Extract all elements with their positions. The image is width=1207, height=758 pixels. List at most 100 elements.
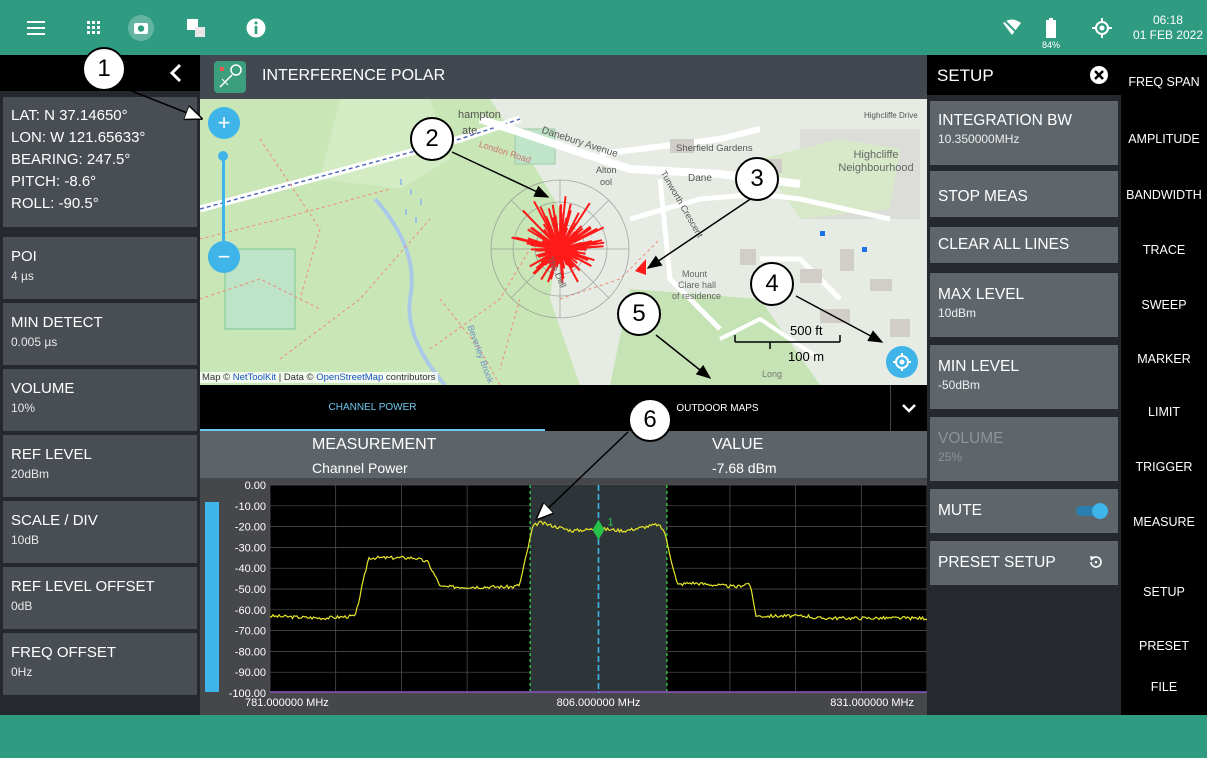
min-detect-button[interactable]: MIN DETECT 0.005 µs (3, 303, 197, 365)
nettoolkit-link[interactable]: NetToolKit (233, 372, 276, 383)
volume-button[interactable]: VOLUME 10% (3, 369, 197, 431)
ref-level-label: REF LEVEL (11, 446, 92, 463)
gps-bearing: BEARING: 247.5° (11, 151, 131, 168)
zoom-out-button[interactable]: − (208, 241, 240, 273)
zoom-slider-handle[interactable] (218, 151, 228, 161)
reset-icon (1088, 554, 1104, 575)
min-level-value: -50dBm (938, 378, 981, 392)
expand-chevron-icon[interactable] (890, 385, 927, 431)
battery-percent: 84% (1042, 40, 1061, 50)
menu-amplitude[interactable]: AMPLITUDE (1121, 132, 1207, 146)
y-tick-label: -90.00 (235, 667, 266, 679)
tab-outdoor-maps[interactable]: OUTDOOR MAPS (545, 385, 890, 431)
openstreetmap-link[interactable]: OpenStreetMap (316, 372, 383, 383)
menu-measure[interactable]: MEASURE (1121, 515, 1207, 529)
collapse-chevron-icon[interactable] (168, 63, 184, 88)
min-detect-value: 0.005 µs (11, 335, 58, 349)
measurement-header: MEASUREMENT (312, 436, 437, 453)
y-tick-label: -20.00 (235, 522, 266, 534)
menu-file[interactable]: FILE (1121, 680, 1207, 694)
app-logo-icon (214, 61, 246, 93)
spectrum-chart[interactable]: 0.00 -10.00 -20.00 -30.00 -40.00 -50.00 -60.00… (200, 478, 927, 715)
mute-toggle-row[interactable]: MUTE (930, 489, 1118, 533)
y-tick-label: -40.00 (235, 563, 266, 575)
date: 01 FEB 2022 (1132, 28, 1203, 42)
tab-channel-power[interactable]: CHANNEL POWER (200, 385, 545, 431)
freq-offset-button[interactable]: FREQ OFFSET 0Hz (3, 633, 197, 695)
menu-trigger[interactable]: TRIGGER (1121, 460, 1207, 474)
gps-locate-icon[interactable] (1090, 14, 1114, 42)
volume-disabled-label: VOLUME (938, 430, 1004, 447)
max-level-button[interactable]: MAX LEVEL 10dBm (930, 273, 1118, 337)
poi-button[interactable]: POI 4 µs (3, 237, 197, 299)
screen-split-icon[interactable] (184, 14, 208, 42)
ref-level-button[interactable]: REF LEVEL 20dBm (3, 435, 197, 497)
battery-icon (1044, 14, 1058, 42)
callout-2: 2 (410, 117, 454, 161)
menu-freq-span[interactable]: FREQ SPAN (1121, 75, 1207, 89)
view-tabs: CHANNEL POWER OUTDOOR MAPS (200, 385, 927, 431)
measurement-value: -7.68 dBm (712, 460, 777, 476)
map-label: hampton (458, 109, 501, 121)
volume-label: VOLUME (11, 380, 75, 397)
close-icon[interactable] (1089, 65, 1109, 90)
measurement-table: MEASUREMENT VALUE Channel Power -7.68 dB… (200, 431, 927, 483)
page-title: INTERFERENCE POLAR (262, 67, 446, 84)
max-level-value: 10dBm (938, 306, 977, 320)
y-tick-label: -80.00 (235, 646, 266, 658)
preset-setup-label: PRESET SETUP (938, 554, 1056, 571)
setup-header: SETUP (927, 55, 1121, 95)
menu-sweep[interactable]: SWEEP (1121, 298, 1207, 312)
preset-setup-button[interactable]: PRESET SETUP (930, 541, 1118, 585)
zoom-in-button[interactable]: + (208, 107, 240, 139)
y-tick-label: -70.00 (235, 626, 266, 638)
map-label: Highcliffe Drive (864, 111, 918, 120)
gps-lon: LON: W 121.65633° (11, 129, 146, 146)
menu-bandwidth[interactable]: BANDWIDTH (1121, 188, 1207, 202)
setup-title: SETUP (937, 66, 994, 85)
x-tick-label: 806.000000 MHz (557, 697, 641, 709)
poi-label: POI (11, 248, 37, 265)
menu-setup[interactable]: SETUP (1121, 585, 1207, 599)
min-level-button[interactable]: MIN LEVEL -50dBm (930, 345, 1118, 409)
ref-level-offset-button[interactable]: REF LEVEL OFFSET 0dB (3, 567, 197, 629)
map-label: Long (762, 369, 783, 379)
zoom-slider[interactable] (222, 155, 225, 241)
map-label: ool (600, 177, 613, 187)
volume-disabled-value: 25% (938, 450, 963, 464)
menu-limit[interactable]: LIMIT (1121, 405, 1207, 419)
menu-trace[interactable]: TRACE (1121, 243, 1207, 257)
stop-meas-button[interactable]: STOP MEAS (930, 171, 1118, 217)
setup-panel: SETUP INTEGRATION BW 10.350000MHz STOP M… (927, 55, 1121, 715)
y-tick-label: -50.00 (235, 584, 266, 596)
scale-div-button[interactable]: SCALE / DIV 10dB (3, 501, 197, 563)
x-tick-label: 781.000000 MHz (245, 697, 329, 709)
outdoor-map[interactable]: hampton ate Danebury Avenue Sherfield Ga… (200, 99, 927, 385)
integration-bw-value: 10.350000MHz (938, 132, 1020, 146)
integration-bw-button[interactable]: INTEGRATION BW 10.350000MHz (930, 101, 1118, 165)
map-label: ate (462, 125, 478, 137)
clock: 06:18 01 FEB 2022 (1133, 13, 1203, 43)
camera-icon[interactable] (127, 14, 155, 42)
volume-button-disabled: VOLUME 25% (930, 417, 1118, 481)
map-scale-m: 100 m (788, 349, 825, 364)
map-label: Alton (596, 165, 617, 175)
mute-toggle[interactable] (1076, 503, 1108, 519)
menu-marker[interactable]: MARKER (1121, 352, 1207, 366)
apps-grid-icon[interactable] (82, 14, 106, 42)
scale-div-label: SCALE / DIV (11, 512, 98, 529)
value-header: VALUE (712, 436, 764, 453)
clear-all-lines-button[interactable]: CLEAR ALL LINES (930, 227, 1118, 263)
info-icon[interactable] (244, 14, 268, 42)
gps-lat: LAT: N 37.14650° (11, 107, 128, 124)
locate-me-button[interactable] (886, 346, 918, 378)
measurement-title-bar: INTERFERENCE POLAR (200, 55, 927, 99)
map-scale-ft: 500 ft (790, 323, 823, 338)
measurement-name: Channel Power (312, 460, 408, 476)
min-level-label: MIN LEVEL (938, 358, 1019, 375)
left-panel: LAT: N 37.14650° LON: W 121.65633° BEARI… (0, 55, 200, 715)
y-tick-label: -30.00 (235, 542, 266, 554)
callout-1: 1 (82, 47, 126, 91)
menu-icon[interactable] (24, 14, 48, 42)
menu-preset[interactable]: PRESET (1121, 639, 1207, 653)
